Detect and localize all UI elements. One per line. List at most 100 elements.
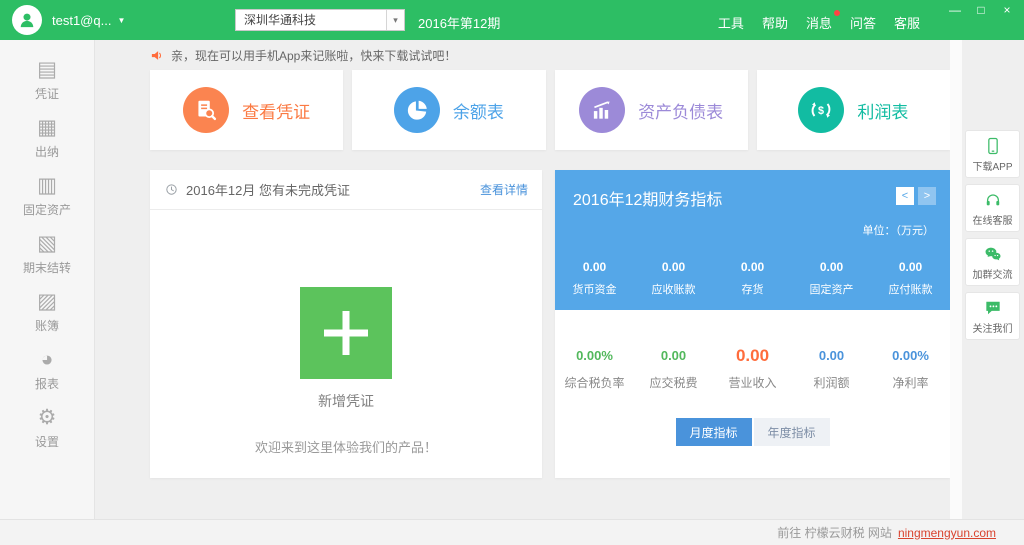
menu-messages[interactable]: 消息 <box>806 13 832 32</box>
scrollbar-track[interactable] <box>950 40 962 519</box>
sidebar-item-settings[interactable]: ⚙ 设置 <box>0 406 94 450</box>
metric-label: 应付账款 <box>871 281 950 297</box>
indicator-tabs: 月度指标 年度指标 <box>555 418 950 446</box>
metric-receivables: 0.00 应收账款 <box>634 260 713 297</box>
unfinished-voucher-note: 2016年12月 您有未完成凭证 <box>186 180 473 199</box>
menu-help[interactable]: 帮助 <box>762 13 788 32</box>
svg-text:$: $ <box>818 105 824 117</box>
chat-bubble-icon <box>983 298 1003 318</box>
financial-indicator-panel: 2016年12期财务指标 < > 单位：（万元） 0.00 货币资金 0.00 … <box>555 170 950 478</box>
notice-text: 亲，现在可以用手机App来记账啦，快来下载试试吧！ <box>171 47 456 64</box>
metric-net-margin: 0.00% 净利率 <box>871 346 950 391</box>
metric-inventory: 0.00 存货 <box>713 260 792 297</box>
tab-monthly-indicators[interactable]: 月度指标 <box>676 418 752 446</box>
closing-icon: ▧ <box>0 232 94 256</box>
username-text: test1@q... <box>52 13 111 28</box>
user-icon <box>17 10 37 30</box>
indicator-blue-header: 2016年12期财务指标 < > 单位：（万元） 0.00 货币资金 0.00 … <box>555 170 950 310</box>
clock-icon <box>164 182 179 197</box>
sidebar-item-label: 固定资产 <box>0 201 94 218</box>
fixed-assets-icon: ▥ <box>0 174 94 198</box>
tab-yearly-indicators[interactable]: 年度指标 <box>754 418 830 446</box>
voucher-panel-header: 2016年12月 您有未完成凭证 查看详情 <box>150 170 542 210</box>
metric-label: 应收账款 <box>634 281 713 297</box>
indicator-title: 2016年12期财务指标 <box>573 186 722 210</box>
settings-icon: ⚙ <box>0 406 94 430</box>
asset-bars-icon <box>579 87 625 133</box>
sidebar-item-label: 出纳 <box>0 143 94 160</box>
metric-profit: 0.00 利润额 <box>792 346 871 391</box>
card-balance-table[interactable]: 余额表 <box>352 70 545 150</box>
unit-label: 单位：（万元） <box>863 222 935 238</box>
metric-label: 应交税费 <box>634 374 713 391</box>
sidebar: ▤ 凭证 ▦ 出纳 ▥ 固定资产 ▧ 期末结转 ▨ 账簿 ◕ 报表 ⚙ 设置 <box>0 40 95 519</box>
dropdown-caret-icon: ▼ <box>117 16 125 25</box>
metric-value: 0.00 <box>792 260 871 274</box>
card-balance-sheet[interactable]: 资产负债表 <box>555 70 748 150</box>
ratio-metrics-row: 0.00% 综合税负率 0.00 应交税费 0.00 营业收入 0.00 利润额… <box>555 346 950 391</box>
metric-fixed-assets: 0.00 固定资产 <box>792 260 871 297</box>
download-app-button[interactable]: 下载APP <box>965 130 1020 178</box>
headset-icon <box>983 190 1003 210</box>
menu-qa[interactable]: 问答 <box>850 13 876 32</box>
sidebar-item-voucher[interactable]: ▤ 凭证 <box>0 58 94 102</box>
menu-support[interactable]: 客服 <box>894 13 920 32</box>
reports-icon: ◕ <box>0 348 94 372</box>
follow-us-button[interactable]: 关注我们 <box>965 292 1020 340</box>
metric-label: 营业收入 <box>713 374 792 391</box>
metric-value: 0.00 <box>634 346 713 366</box>
metric-value: 0.00 <box>792 346 871 366</box>
new-voucher-button[interactable] <box>300 287 392 379</box>
quick-cards-row: 查看凭证 余额表 资产负债表 $ 利润表 <box>150 70 950 150</box>
card-label: 资产负债表 <box>638 98 723 123</box>
sidebar-item-label: 设置 <box>0 433 94 450</box>
sidebar-item-label: 凭证 <box>0 85 94 102</box>
card-profit-table[interactable]: $ 利润表 <box>757 70 950 150</box>
account-menu[interactable]: test1@q... ▼ <box>52 13 125 28</box>
balance-metrics-row: 0.00 货币资金 0.00 应收账款 0.00 存货 0.00 固定资产 0.… <box>555 260 950 297</box>
metric-value: 0.00 <box>871 260 950 274</box>
user-avatar[interactable] <box>12 5 42 35</box>
notification-dot <box>834 10 840 16</box>
side-button-label: 在线客服 <box>973 212 1013 227</box>
sidebar-item-reports[interactable]: ◕ 报表 <box>0 348 94 392</box>
topbar: test1@q...▼ 深圳华通科技 ▾ 2016年第12期 工具 帮助 消息 … <box>0 0 1024 40</box>
card-label: 余额表 <box>453 98 504 123</box>
join-group-button[interactable]: 加群交流 <box>965 238 1020 286</box>
sidebar-item-ledger[interactable]: ▨ 账簿 <box>0 290 94 334</box>
footer-site-link[interactable]: ningmengyun.com <box>898 526 996 540</box>
sidebar-item-cashier[interactable]: ▦ 出纳 <box>0 116 94 160</box>
online-service-button[interactable]: 在线客服 <box>965 184 1020 232</box>
sidebar-item-fixed-assets[interactable]: ▥ 固定资产 <box>0 174 94 218</box>
app-window: test1@q...▼ 深圳华通科技 ▾ 2016年第12期 工具 帮助 消息 … <box>0 0 1024 545</box>
close-button[interactable]: × <box>1000 3 1014 17</box>
sidebar-item-closing[interactable]: ▧ 期末结转 <box>0 232 94 276</box>
sidebar-item-label: 报表 <box>0 375 94 392</box>
card-label: 利润表 <box>857 98 908 123</box>
metric-payables: 0.00 应付账款 <box>871 260 950 297</box>
metric-label: 货币资金 <box>555 281 634 297</box>
menu-tools[interactable]: 工具 <box>718 13 744 32</box>
maximize-button[interactable]: □ <box>974 3 988 17</box>
company-select-value: 深圳华通科技 <box>236 10 386 30</box>
view-details-link[interactable]: 查看详情 <box>480 181 528 198</box>
metric-value: 0.00 <box>713 260 792 274</box>
period-nav: < > <box>896 187 936 205</box>
metric-label: 综合税负率 <box>555 374 634 391</box>
company-select[interactable]: 深圳华通科技 ▾ <box>235 9 405 31</box>
select-arrow-icon[interactable]: ▾ <box>386 10 404 30</box>
menu-messages-label: 消息 <box>806 16 832 31</box>
window-controls: — □ × <box>948 3 1014 17</box>
metric-label: 存货 <box>713 281 792 297</box>
metric-operating-income: 0.00 营业收入 <box>713 346 792 391</box>
metric-value: 0.00 <box>555 260 634 274</box>
minimize-button[interactable]: — <box>948 3 962 17</box>
metric-label: 净利率 <box>871 374 950 391</box>
metric-value: 0.00% <box>555 346 634 366</box>
prev-period-button[interactable]: < <box>896 187 914 205</box>
next-period-button[interactable]: > <box>918 187 936 205</box>
card-view-voucher[interactable]: 查看凭证 <box>150 70 343 150</box>
ledger-icon: ▨ <box>0 290 94 314</box>
voucher-panel: 2016年12月 您有未完成凭证 查看详情 新增凭证 欢迎来到这里体验我们的产品… <box>150 170 542 478</box>
metric-tax-payable: 0.00 应交税费 <box>634 346 713 391</box>
